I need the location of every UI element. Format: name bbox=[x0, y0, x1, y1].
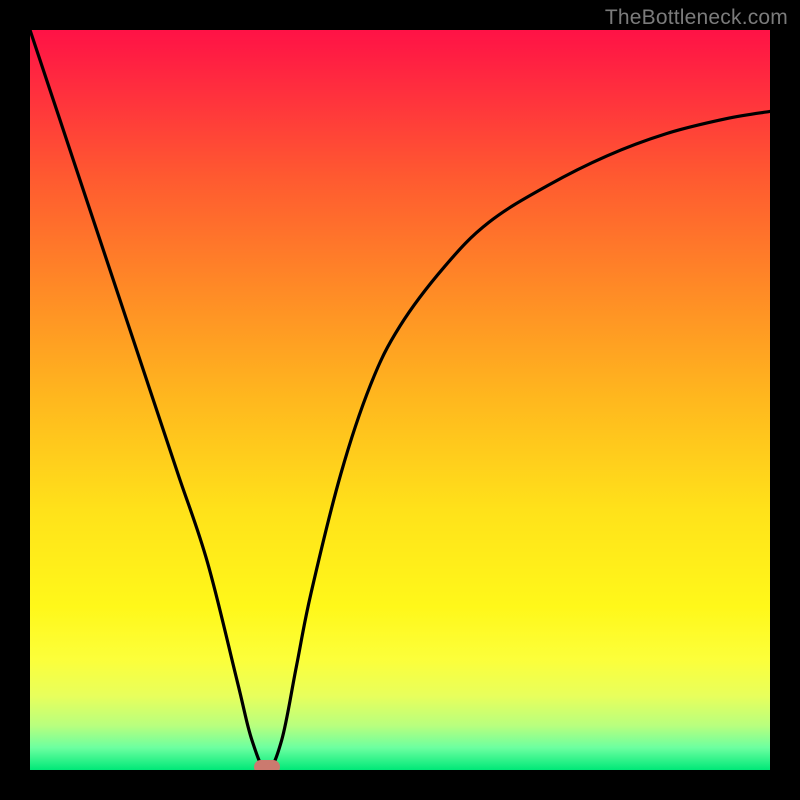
bottleneck-curve bbox=[30, 30, 770, 770]
plot-area bbox=[30, 30, 770, 770]
dip-marker bbox=[254, 760, 280, 770]
watermark-text: TheBottleneck.com bbox=[605, 6, 788, 30]
chart-frame: TheBottleneck.com bbox=[0, 0, 800, 800]
